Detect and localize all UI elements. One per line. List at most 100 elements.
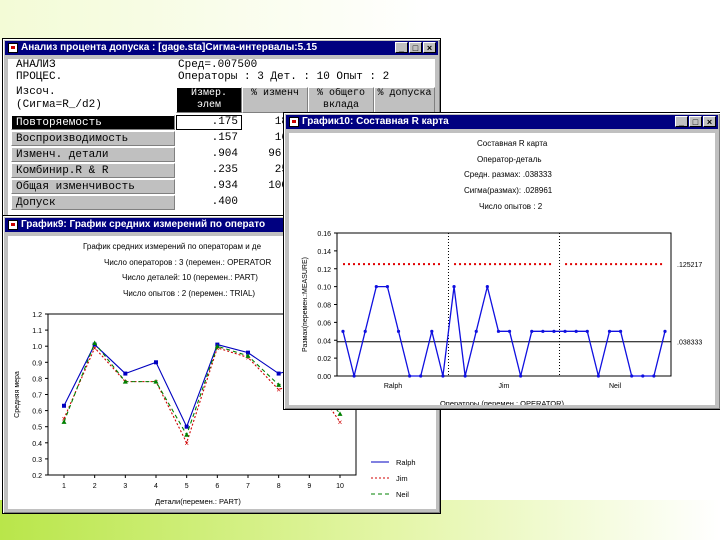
means-y-tick-label: 0.8 [32, 376, 42, 383]
cell-part-variation-measure[interactable]: .904 [176, 147, 242, 162]
r-data-point [541, 329, 545, 333]
row-label-repeatability[interactable]: Повторяемость [11, 115, 175, 130]
tolerance-analysis-titlebar[interactable]: Анализ процента допуска : [gage.sta]Сигм… [5, 41, 438, 55]
r-series-line [342, 285, 666, 377]
r-y-tick-label: 0.08 [317, 303, 331, 310]
r-data-point [596, 374, 600, 378]
r-x-category-label: Neil [609, 383, 622, 390]
means-y-tick-label: 0.2 [32, 473, 42, 480]
r-chart-title: График10: Составная R карта [302, 116, 449, 127]
r-data-point [341, 329, 345, 333]
cell-tolerance-measure[interactable]: .400 [176, 195, 242, 210]
row-label-total-variation[interactable]: Общая изменчивость [11, 179, 175, 194]
means-point-jim: × [276, 386, 281, 395]
column-header-pct-variation[interactable]: % изменч [242, 87, 308, 113]
r-data-point [463, 374, 467, 378]
means-x-tick-label: 2 [93, 483, 97, 490]
analysis-header-line-1: АНАЛИЗ [16, 59, 56, 71]
r-center-label: .038333 [677, 340, 702, 347]
minimize-button[interactable]: _ [395, 42, 408, 53]
operators-info: Операторы : 3 Дет. : 10 Опыт : 2 [178, 71, 390, 83]
row-label-tolerance[interactable]: Допуск [11, 195, 175, 210]
r-chart-window[interactable]: График10: Составная R карта _ □ × Состав… [283, 112, 720, 410]
r-x-category-label: Ralph [384, 383, 402, 390]
column-header-measure[interactable]: Измер. элем [176, 87, 242, 113]
means-x-tick-label: 5 [185, 483, 189, 490]
r-y-tick-label: 0.04 [317, 338, 331, 345]
r-data-point [607, 329, 612, 333]
means-y-tick-label: 0.7 [32, 393, 42, 400]
legend-label-jim: Jim [396, 474, 408, 483]
mean-info: Сред=.007500 [178, 59, 258, 71]
r-y-axis-label: Размах(перемен.:MEASURE) [302, 257, 309, 352]
analysis-header-line-4: (Сигма=R_/d2) [16, 99, 102, 111]
r-data-point [652, 374, 656, 378]
means-x-tick-label: 9 [307, 483, 311, 490]
means-point-ralph [154, 360, 158, 365]
minimize-button[interactable]: _ [675, 116, 688, 127]
means-y-tick-label: 0.6 [32, 409, 42, 416]
r-y-tick-label: 0.00 [317, 374, 331, 381]
r-y-tick-label: 0.06 [317, 320, 331, 327]
r-data-point [530, 329, 534, 333]
means-x-tick-label: 3 [123, 483, 127, 490]
means-y-tick-label: 0.3 [32, 457, 42, 464]
means-chart-title: График9: График средних измерений по опе… [21, 219, 266, 230]
means-y-tick-label: 0.5 [32, 425, 42, 432]
r-data-point [630, 374, 634, 378]
r-data-point [641, 374, 645, 378]
means-point-ralph [184, 424, 189, 429]
means-x-tick-label: 4 [154, 483, 158, 490]
r-data-point [552, 329, 556, 333]
r-y-tick-label: 0.02 [317, 356, 331, 363]
r-data-point [519, 374, 523, 378]
r-data-point [452, 285, 456, 289]
means-y-tick-label: 1.1 [32, 328, 42, 335]
r-data-point [507, 329, 512, 333]
window-app-icon [8, 43, 18, 53]
cell-combined-rr-measure[interactable]: .235 [176, 163, 242, 178]
r-data-point [352, 374, 356, 378]
means-y-tick-label: 1.0 [32, 344, 42, 351]
r-data-point [485, 285, 489, 289]
r-data-point [585, 329, 589, 333]
maximize-button[interactable]: □ [409, 42, 422, 53]
tolerance-analysis-title: Анализ процента допуска : [gage.sta]Сигм… [21, 42, 318, 53]
means-point-jim: × [184, 439, 189, 448]
means-point-ralph [123, 371, 128, 376]
cell-repeatability-measure[interactable]: .175 [176, 115, 242, 130]
cell-reproducibility-measure[interactable]: .157 [176, 131, 242, 146]
r-data-point [385, 285, 390, 289]
column-header-pct-contribution[interactable]: % общего вклада [308, 87, 374, 113]
means-point-ralph [62, 403, 66, 408]
means-x-tick-label: 1 [62, 483, 66, 490]
r-y-tick-label: 0.14 [317, 249, 331, 256]
legend-label-neil: Neil [396, 490, 409, 499]
maximize-button[interactable]: □ [689, 116, 702, 127]
means-point-neil [337, 411, 343, 416]
r-data-point [374, 285, 378, 289]
r-data-point [663, 329, 667, 333]
r-y-tick-label: 0.10 [317, 285, 331, 292]
column-header-pct-tolerance[interactable]: % допуска [374, 87, 435, 113]
row-label-reproducibility[interactable]: Воспроизводимость [11, 131, 175, 146]
r-data-point [363, 329, 367, 333]
legend-label-ralph: Ralph [396, 458, 416, 467]
r-data-point [474, 329, 478, 333]
window-app-icon [8, 220, 18, 230]
close-button[interactable]: × [703, 116, 716, 127]
means-y-tick-label: 1.2 [32, 312, 42, 319]
means-y-tick-label: 0.9 [32, 360, 42, 367]
r-data-point [430, 329, 434, 333]
row-label-part-variation[interactable]: Изменч. детали [11, 147, 175, 162]
row-label-combined-rr[interactable]: Комбинир.R & R [11, 163, 175, 178]
cell-total-variation-measure[interactable]: .934 [176, 179, 242, 194]
r-y-tick-label: 0.16 [317, 231, 331, 238]
r-plot-frame [336, 232, 672, 377]
close-button[interactable]: × [423, 42, 436, 53]
means-x-tick-label: 10 [336, 483, 344, 490]
window-app-icon [289, 117, 299, 127]
r-data-point [574, 329, 578, 333]
r-y-tick-label: 0.12 [317, 267, 331, 274]
r-chart-titlebar[interactable]: График10: Составная R карта _ □ × [286, 115, 718, 129]
